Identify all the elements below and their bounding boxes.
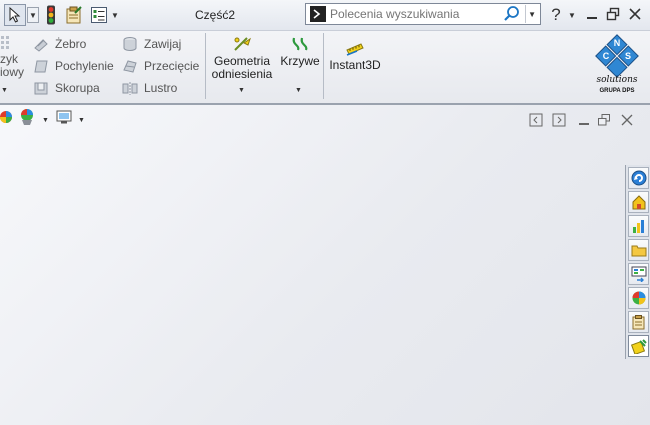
tile-left-icon[interactable] bbox=[529, 113, 543, 127]
wrap-label: Zawijaj bbox=[144, 37, 182, 51]
restore-icon[interactable] bbox=[605, 6, 621, 22]
chevron-down-icon[interactable]: ▼ bbox=[238, 87, 245, 94]
intersect-icon bbox=[123, 60, 137, 73]
design-library-icon bbox=[632, 195, 645, 210]
help-button[interactable]: ? bbox=[548, 4, 564, 26]
reference-geometry-label-2: odniesienia bbox=[211, 67, 273, 81]
viewport-restore-icon[interactable] bbox=[597, 113, 611, 127]
chevron-down-icon: ▼ bbox=[568, 10, 576, 20]
task-pane-view-palette[interactable] bbox=[628, 263, 649, 285]
chevron-down-icon[interactable]: ▼ bbox=[78, 117, 85, 124]
appearance-sphere-icon[interactable] bbox=[0, 109, 14, 125]
instant3d-label: Instant3D bbox=[329, 58, 381, 72]
mirror-button[interactable]: Lustro bbox=[122, 80, 177, 96]
command-search-box[interactable]: ▼ bbox=[305, 3, 541, 25]
task-pane-resources[interactable] bbox=[628, 167, 649, 189]
custom-properties-icon bbox=[632, 315, 644, 330]
mirror-label: Lustro bbox=[144, 81, 178, 95]
task-pane-appearances[interactable] bbox=[628, 287, 649, 309]
logo-group: GRUPA DPS bbox=[599, 88, 634, 94]
draft-label: Pochylenie bbox=[55, 59, 114, 73]
search-input[interactable] bbox=[330, 5, 504, 23]
instant3d-ruler-icon bbox=[346, 43, 364, 56]
reference-geometry-icon bbox=[234, 37, 251, 51]
curves-icon bbox=[292, 37, 308, 51]
draft-icon bbox=[34, 60, 48, 73]
reference-geometry-button[interactable]: Geometria odniesienia bbox=[211, 35, 273, 81]
chevron-down-icon[interactable]: ▼ bbox=[42, 117, 49, 124]
mirror-icon bbox=[122, 82, 138, 95]
rib-button[interactable]: Żebro bbox=[33, 36, 86, 52]
intersect-button[interactable]: Przecięcie bbox=[122, 58, 199, 74]
appearances-icon bbox=[632, 291, 645, 305]
title-bar: ▼ ▼ Część2 Polecenia wyszukiwania ▼ ? ▼ bbox=[0, 0, 650, 31]
ribbon-divider bbox=[205, 33, 206, 99]
features-ribbon: zyk iowy ▼ Żebro Pochylenie Skorupa Zawi… bbox=[0, 31, 650, 105]
wrap-icon bbox=[123, 37, 137, 51]
task-pane-extra-tool[interactable] bbox=[628, 335, 649, 357]
logo-word: solutions bbox=[596, 75, 637, 85]
divider bbox=[525, 5, 527, 23]
task-pane-custom-properties[interactable] bbox=[628, 311, 649, 333]
viewport-minimize-icon[interactable] bbox=[577, 113, 591, 127]
shell-button[interactable]: Skorupa bbox=[33, 80, 100, 96]
extra-tool-icon bbox=[630, 339, 647, 354]
logo-graphic: N C S solutions GRUPA DPS bbox=[595, 34, 639, 94]
edit-appearance-icon[interactable] bbox=[18, 108, 38, 126]
solidworks-resources-icon bbox=[631, 170, 646, 186]
curves-button[interactable]: Krzywe bbox=[280, 35, 320, 68]
viewport-close-icon[interactable] bbox=[620, 113, 634, 127]
file-explorer-icon bbox=[632, 220, 644, 233]
search-icon[interactable] bbox=[503, 5, 521, 23]
intersect-label: Przecięcie bbox=[144, 59, 200, 73]
curves-label: Krzywe bbox=[280, 54, 320, 68]
task-pane-file-explorer[interactable] bbox=[628, 215, 649, 237]
close-icon[interactable] bbox=[627, 6, 643, 22]
rib-label: Żebro bbox=[55, 37, 87, 51]
logo-letter-n: N bbox=[614, 38, 621, 48]
grid-icon bbox=[1, 36, 9, 49]
tile-right-icon[interactable] bbox=[552, 113, 566, 127]
help-dropdown[interactable]: ▼ bbox=[567, 9, 577, 21]
chevron-down-icon[interactable]: ▼ bbox=[1, 87, 8, 94]
task-pane-design-library[interactable] bbox=[628, 191, 649, 213]
command-prompt-icon bbox=[310, 6, 326, 22]
ribbon-divider bbox=[323, 33, 324, 99]
task-pane-folder[interactable] bbox=[628, 239, 649, 261]
chevron-down-icon[interactable]: ▼ bbox=[528, 10, 536, 19]
chevron-down-icon[interactable]: ▼ bbox=[295, 87, 302, 94]
shell-label: Skorupa bbox=[55, 81, 100, 95]
draft-button[interactable]: Pochylenie bbox=[33, 58, 114, 74]
partial-feature-label: zyk bbox=[0, 52, 18, 66]
graphics-area[interactable]: ▼ ▼ bbox=[0, 105, 650, 425]
task-pane-tabs bbox=[625, 165, 650, 359]
wrap-button[interactable]: Zawijaj bbox=[122, 36, 181, 52]
partial-feature-label: iowy bbox=[0, 65, 25, 79]
logo-letter-s: S bbox=[625, 51, 631, 61]
instant3d-button[interactable]: Instant3D bbox=[329, 41, 381, 72]
logo-letter-c: C bbox=[603, 51, 610, 61]
rib-icon bbox=[34, 39, 48, 52]
folder-icon bbox=[631, 245, 646, 257]
shell-icon bbox=[34, 82, 48, 95]
minimize-icon[interactable] bbox=[584, 6, 600, 22]
cns-solutions-logo: N C S solutions GRUPA DPS bbox=[584, 34, 650, 98]
view-palette-icon bbox=[631, 266, 646, 282]
apply-scene-icon[interactable] bbox=[55, 109, 73, 125]
